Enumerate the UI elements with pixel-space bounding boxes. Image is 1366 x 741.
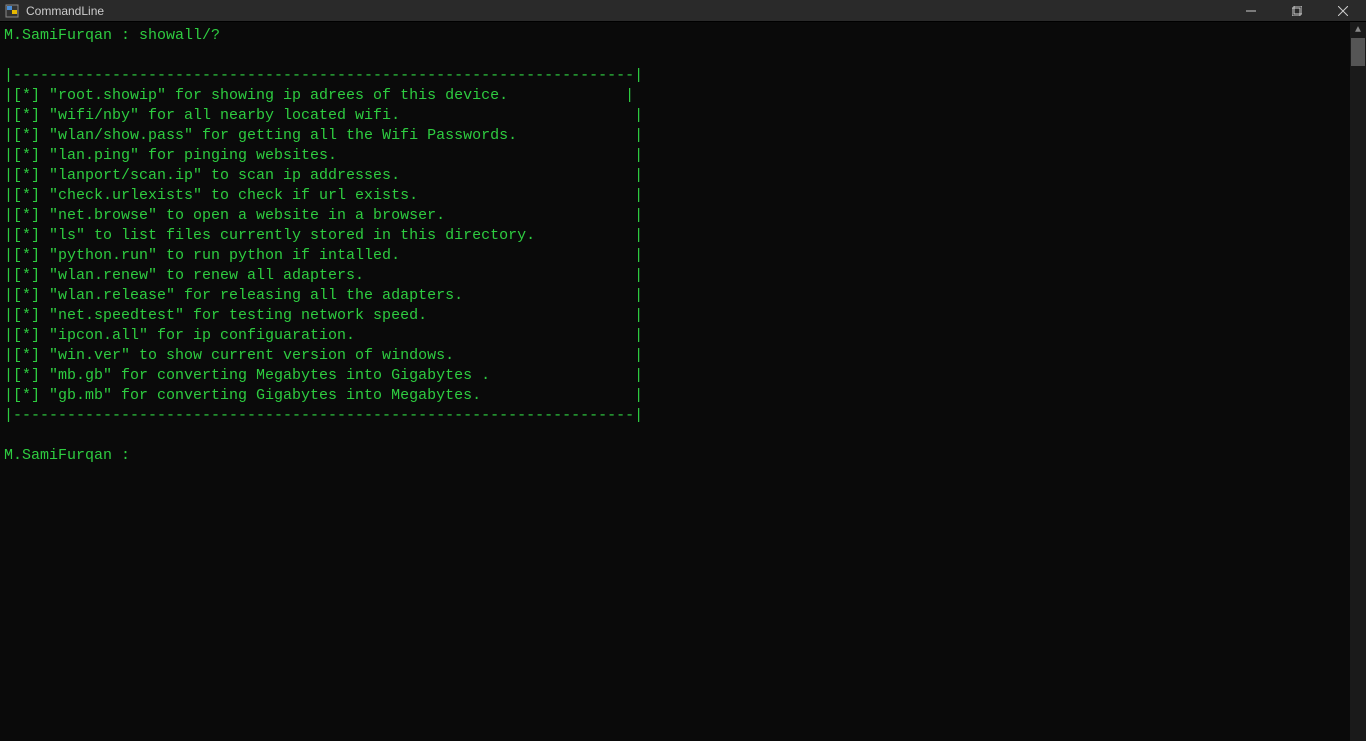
- maximize-button[interactable]: [1274, 0, 1320, 21]
- scroll-up-arrow[interactable]: ▲: [1350, 22, 1366, 38]
- terminal-output[interactable]: M.SamiFurqan : showall/? |--------------…: [0, 22, 1366, 741]
- minimize-button[interactable]: [1228, 0, 1274, 21]
- scrollbar[interactable]: ▲: [1350, 22, 1366, 741]
- titlebar: CommandLine: [0, 0, 1366, 22]
- window-controls: [1228, 0, 1366, 21]
- close-button[interactable]: [1320, 0, 1366, 21]
- window-title: CommandLine: [26, 4, 1228, 18]
- terminal-area[interactable]: M.SamiFurqan : showall/? |--------------…: [0, 22, 1366, 741]
- app-icon: [4, 3, 20, 19]
- scroll-thumb[interactable]: [1351, 38, 1365, 66]
